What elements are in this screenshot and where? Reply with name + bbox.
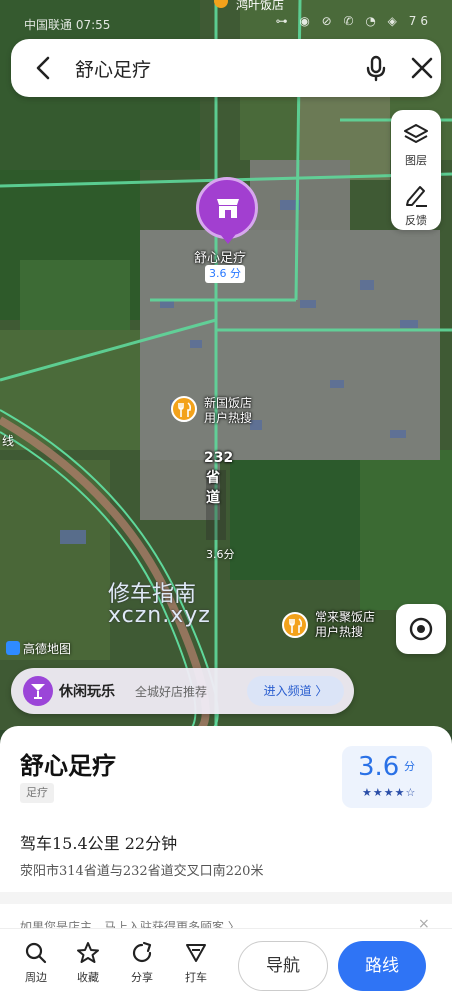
taxi-icon — [186, 944, 206, 962]
shop-icon — [217, 199, 239, 218]
restaurant-sub: 用户热搜 — [204, 411, 253, 425]
address[interactable]: 荥阳市314省道与232省道交叉口南220米 — [20, 860, 263, 879]
microphone-icon[interactable] — [361, 53, 391, 83]
taxi-label: 打车 — [185, 971, 207, 984]
search-icon — [25, 942, 47, 964]
map-logo: 高德地图 — [6, 640, 71, 657]
search-query[interactable]: 舒心足疗 — [75, 55, 151, 82]
place-name: 舒心足疗 — [20, 751, 116, 780]
favorite-label: 收藏 — [77, 971, 99, 984]
pencil-icon — [406, 186, 427, 207]
top-poi-label[interactable]: 鸿叶饭店 — [236, 0, 284, 13]
category-tag: 足疗 — [20, 783, 54, 803]
rating-score: 3.6 — [358, 752, 400, 782]
watermark-url: xczn.xyz — [108, 603, 211, 628]
restaurant-name: 新国饭店 — [204, 396, 253, 410]
restaurant-name: 常来聚饭店 — [315, 610, 376, 624]
share-label: 分享 — [131, 971, 153, 984]
banner-subtitle: 全城好店推荐 — [135, 685, 208, 699]
poi-rating-badge: 3.6 分 — [205, 265, 245, 283]
navigate-button[interactable]: 导航 — [238, 941, 328, 991]
logo-text: 高德地图 — [23, 642, 72, 656]
leisure-banner[interactable]: 休闲玩乐 全城好店推荐 进入频道 〉 — [11, 668, 354, 714]
enter-channel-button[interactable]: 进入频道 〉 — [247, 676, 344, 706]
food-pin-icon[interactable] — [214, 0, 228, 8]
restaurant-label[interactable]: 常来聚饭店 用户热搜 — [315, 610, 375, 640]
poi-pin-marker[interactable] — [196, 177, 258, 239]
taxi-button[interactable]: 打车 — [174, 941, 218, 985]
nearby-label: 周边 — [25, 971, 47, 984]
road-time-label: 3.6分 — [206, 548, 235, 561]
feedback-label: 反馈 — [405, 214, 427, 227]
favorite-button[interactable]: 收藏 — [66, 941, 110, 985]
layers-icon — [404, 124, 428, 143]
restaurant-pin[interactable] — [171, 396, 197, 422]
logo-icon — [6, 641, 20, 655]
drive-info: 驾车15.4公里 22分钟 — [20, 834, 178, 853]
star-icon — [77, 942, 99, 963]
layers-label: 图层 — [405, 154, 427, 167]
locate-button[interactable] — [396, 604, 446, 654]
divider — [0, 892, 452, 904]
search-bar[interactable]: 舒心足疗 — [11, 39, 441, 97]
fork-knife-icon — [289, 618, 303, 633]
layers-button[interactable]: 图层 — [391, 114, 441, 174]
map-tool-panel: 图层 反馈 — [391, 110, 441, 230]
rating-unit: 分 — [404, 760, 415, 773]
restaurant-label[interactable]: 新国饭店 用户热搜 — [204, 396, 252, 426]
poi-name-label[interactable]: 舒心足疗 — [194, 247, 246, 266]
status-icons: ⊶ ◉ ⊘ ✆ ◔ ◈ 76 — [275, 14, 432, 28]
restaurant-sub: 用户热搜 — [315, 625, 364, 639]
carrier-time: 中国联通 07:55 — [24, 18, 111, 32]
fork-knife-icon — [178, 402, 192, 417]
road-name-label: 232省道 — [204, 450, 234, 506]
banner-title: 休闲玩乐 — [59, 684, 115, 700]
status-bar: 鸿叶饭店 中国联通 07:55 ⊶ ◉ ⊘ ✆ ◔ ◈ 76 — [0, 0, 452, 34]
line-label: 线 — [2, 434, 15, 448]
satellite-map[interactable] — [0, 0, 452, 730]
cocktail-icon — [23, 676, 53, 706]
poi-pin-tail — [220, 234, 236, 244]
share-icon — [132, 941, 152, 963]
star-rating: ★★★★☆ — [362, 786, 417, 799]
share-button[interactable]: 分享 — [120, 941, 164, 985]
rating-box[interactable]: 3.6 分 ★★★★☆ — [342, 746, 432, 808]
restaurant-pin[interactable] — [282, 612, 308, 638]
nearby-button[interactable]: 周边 — [14, 941, 58, 985]
arrow-left-icon[interactable] — [29, 53, 59, 83]
action-bar: 周边 收藏 分享 打车 导航 路线 — [0, 928, 452, 1000]
feedback-button[interactable]: 反馈 — [391, 174, 441, 234]
close-icon[interactable] — [407, 53, 437, 83]
locate-icon — [409, 617, 433, 641]
route-button[interactable]: 路线 — [338, 941, 426, 991]
